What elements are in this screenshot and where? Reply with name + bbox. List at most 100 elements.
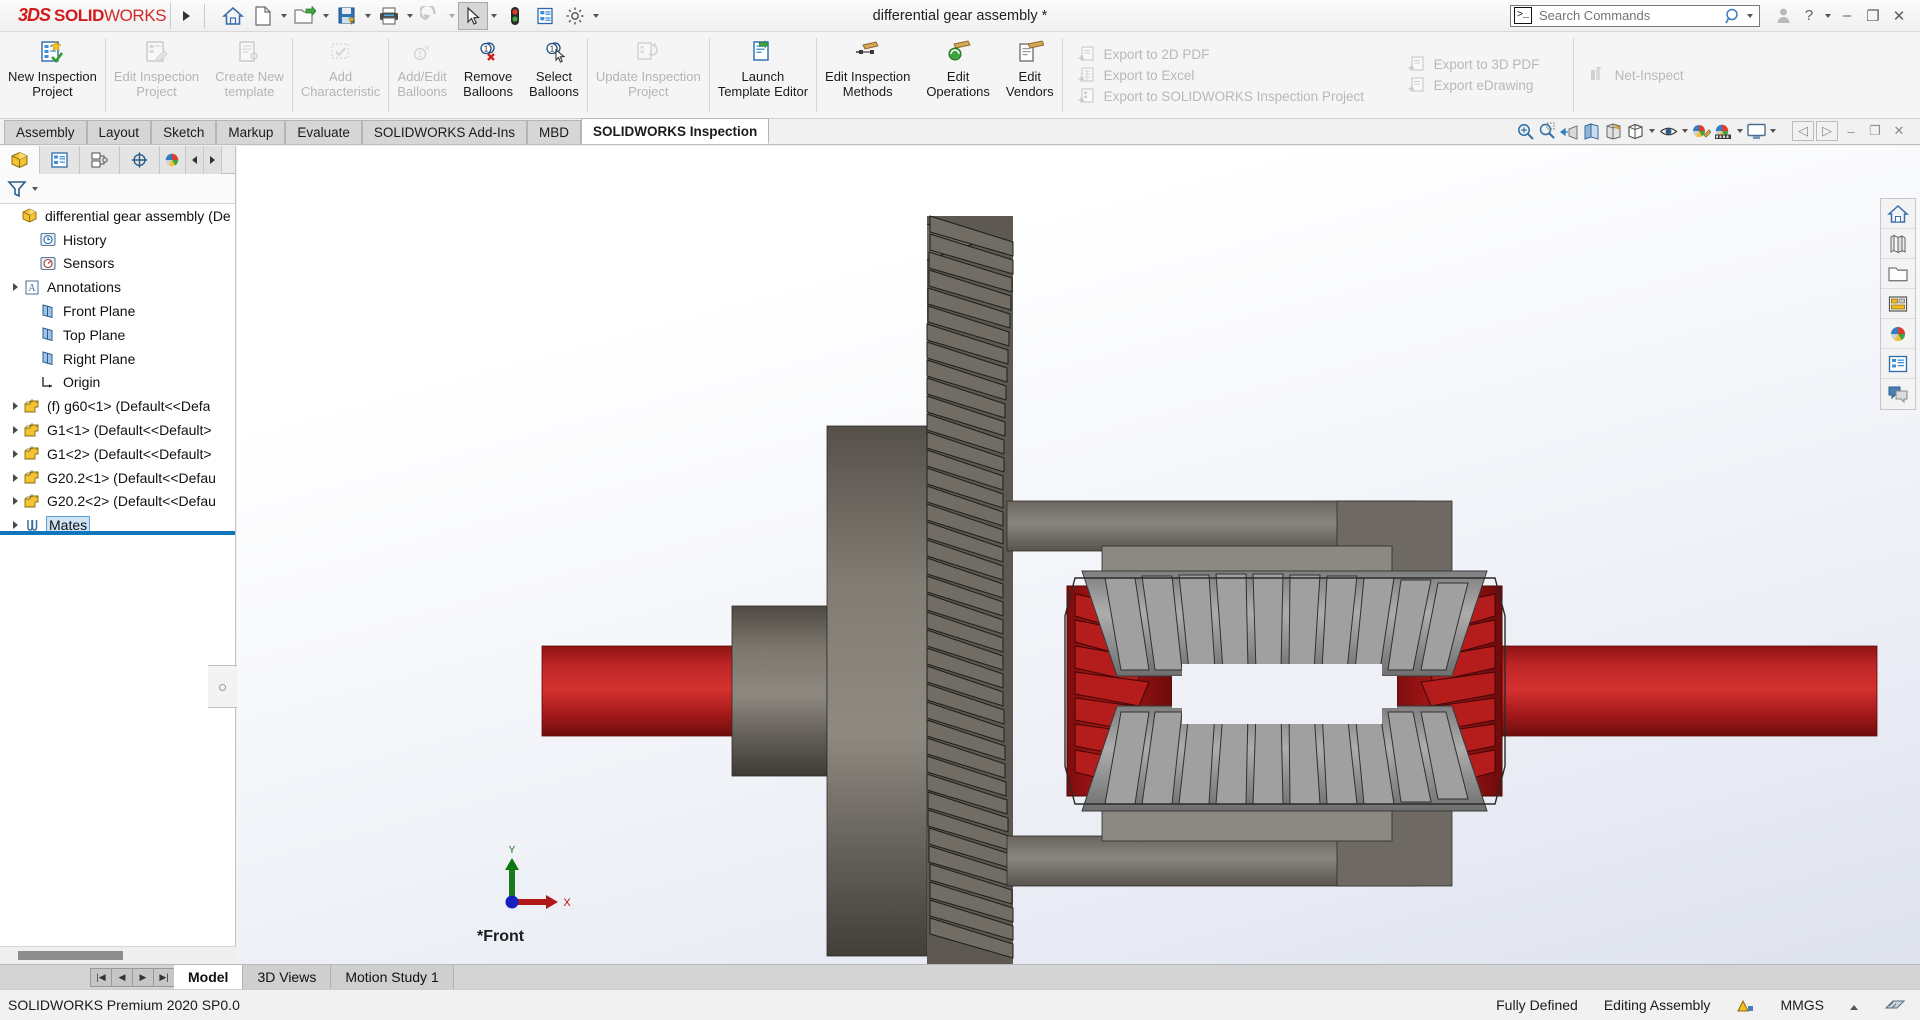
prev-tab-button[interactable]: ◀	[111, 967, 133, 987]
edit-vendors-button[interactable]: Edit Vendors	[998, 32, 1062, 118]
expander[interactable]	[8, 276, 22, 298]
expander[interactable]	[6, 205, 20, 227]
launch-template-editor-button[interactable]: Launch Template Editor	[710, 32, 816, 118]
tree-filter-bar[interactable]	[0, 174, 235, 204]
restore-document-button[interactable]: ❐	[1864, 121, 1886, 141]
previous-view-icon[interactable]	[1558, 119, 1580, 143]
view-home-icon[interactable]	[1881, 199, 1915, 229]
panel-flyout-handle[interactable]	[208, 665, 238, 708]
chevron-down-icon[interactable]	[1744, 2, 1756, 30]
display-style-icon[interactable]	[1624, 119, 1646, 143]
scrollbar-thumb[interactable]	[18, 951, 123, 960]
bottom-tab-3d-views[interactable]: 3D Views	[243, 965, 332, 989]
print-icon[interactable]	[374, 2, 404, 30]
search-input[interactable]	[1532, 8, 1724, 23]
tab-assembly[interactable]: Assembly	[4, 120, 87, 144]
panel-horizontal-scrollbar[interactable]	[0, 946, 236, 964]
select-balloons-button[interactable]: 1 Select Balloons	[521, 32, 587, 118]
create-new-template-button[interactable]: Create New template	[207, 32, 292, 118]
tab-layout[interactable]: Layout	[86, 120, 152, 144]
tree-item-annotations[interactable]: A Annotations	[0, 275, 235, 299]
overlay-icon[interactable]	[1884, 997, 1906, 1013]
user-account-icon[interactable]	[1770, 2, 1796, 30]
expander[interactable]	[8, 419, 22, 441]
custom-properties-icon[interactable]	[1881, 379, 1915, 409]
save-icon[interactable]: !	[332, 2, 362, 30]
tree-item-front-plane[interactable]: Front Plane	[0, 299, 235, 323]
bottom-tab-model[interactable]: Model	[174, 965, 244, 989]
expand-menu-button[interactable]	[175, 1, 197, 31]
view-palette-icon[interactable]	[1881, 349, 1915, 379]
search-commands-box[interactable]: >_	[1510, 2, 1760, 30]
options-gear-icon[interactable]	[560, 2, 590, 30]
chevron-down-icon[interactable]	[1646, 119, 1657, 143]
remove-balloons-button[interactable]: 1 Remove Balloons	[455, 32, 521, 118]
select-arrow-icon[interactable]	[458, 1, 488, 30]
chevron-down-icon[interactable]	[488, 2, 500, 30]
tree-item-origin[interactable]: Origin	[0, 371, 235, 395]
chevron-down-icon[interactable]	[1822, 2, 1834, 30]
display-manager-tab[interactable]	[160, 146, 186, 174]
expander[interactable]	[8, 490, 22, 512]
status-units[interactable]: MMGS	[1780, 997, 1824, 1013]
chevron-down-icon[interactable]	[29, 179, 41, 199]
add-characteristic-button[interactable]: Add Characteristic	[293, 32, 388, 118]
section-view-icon[interactable]	[1580, 119, 1602, 143]
tree-item-sensors[interactable]: Sensors	[0, 252, 235, 276]
tab-solidworks-inspection[interactable]: SOLIDWORKS Inspection	[580, 118, 770, 144]
next-document-button[interactable]: ▷	[1816, 121, 1838, 141]
rebuild-icon[interactable]	[500, 2, 530, 30]
file-properties-icon[interactable]	[530, 2, 560, 30]
open-folder-icon[interactable]	[290, 2, 320, 30]
tree-item-top-plane[interactable]: Top Plane	[0, 323, 235, 347]
close-document-button[interactable]: ✕	[1888, 121, 1910, 141]
differential-gear-assembly-model[interactable]	[237, 146, 1920, 964]
hide-show-items-icon[interactable]	[1657, 119, 1679, 143]
expander[interactable]	[8, 467, 22, 489]
tab-markup[interactable]: Markup	[216, 120, 286, 144]
zoom-to-area-icon[interactable]	[1536, 119, 1558, 143]
expander[interactable]	[8, 443, 22, 465]
minimize-button[interactable]: –	[1834, 2, 1860, 30]
search-web-icon[interactable]	[1881, 319, 1915, 349]
view-orientation-icon[interactable]	[1602, 119, 1624, 143]
apply-scene-icon[interactable]	[1712, 119, 1734, 143]
tree-item-assembly-root[interactable]: differential gear assembly (De	[0, 204, 235, 228]
tree-item-part-g20-2-2[interactable]: G20.2<2> (Default<<Defau	[0, 490, 235, 514]
first-tab-button[interactable]: |◀	[90, 967, 112, 987]
chevron-down-icon[interactable]	[446, 2, 458, 30]
edit-operations-button[interactable]: Edit Operations	[918, 32, 998, 118]
tree-item-history[interactable]: History	[0, 228, 235, 252]
help-button[interactable]: ?	[1796, 2, 1822, 30]
chevron-down-icon[interactable]	[1679, 119, 1690, 143]
search-icon[interactable]	[1724, 7, 1744, 25]
export-edrawing-item[interactable]: Export eDrawing	[1407, 75, 1573, 96]
chevron-down-icon[interactable]	[404, 2, 416, 30]
chevron-down-icon[interactable]	[278, 2, 290, 30]
net-inspect-item[interactable]: Net-Inspect	[1588, 65, 1724, 86]
scroll-tabs-right-button[interactable]	[204, 146, 222, 174]
dimxpert-manager-tab[interactable]	[120, 146, 160, 174]
expander[interactable]	[8, 395, 22, 417]
home-icon[interactable]	[218, 2, 248, 30]
next-tab-button[interactable]: ▶	[132, 967, 154, 987]
tree-item-part-g60-1[interactable]: (f) g60<1> (Default<<Defa	[0, 394, 235, 418]
new-document-icon[interactable]	[248, 2, 278, 30]
configuration-manager-tab[interactable]	[80, 146, 120, 174]
appearances-library-icon[interactable]	[1881, 229, 1915, 259]
export-excel-item[interactable]: Export to Excel	[1077, 65, 1393, 86]
edit-inspection-project-button[interactable]: Edit Inspection Project	[106, 32, 207, 118]
chevron-down-icon[interactable]	[590, 2, 602, 30]
bottom-tab-motion-study[interactable]: Motion Study 1	[331, 965, 454, 989]
zoom-to-fit-icon[interactable]	[1514, 119, 1536, 143]
edit-appearance-icon[interactable]	[1690, 119, 1712, 143]
chevron-down-icon[interactable]	[1734, 119, 1745, 143]
tree-item-part-g20-2-1[interactable]: G20.2<1> (Default<<Defau	[0, 466, 235, 490]
tree-item-part-g1-2[interactable]: G1<2> (Default<<Default>	[0, 442, 235, 466]
chevron-down-icon[interactable]	[362, 2, 374, 30]
new-inspection-project-button[interactable]: New Inspection Project	[0, 32, 105, 118]
tab-mbd[interactable]: MBD	[526, 120, 581, 144]
export-sw-inspection-item[interactable]: Export to SOLIDWORKS Inspection Project	[1077, 86, 1393, 107]
tree-item-right-plane[interactable]: Right Plane	[0, 347, 235, 371]
tab-evaluate[interactable]: Evaluate	[285, 120, 362, 144]
